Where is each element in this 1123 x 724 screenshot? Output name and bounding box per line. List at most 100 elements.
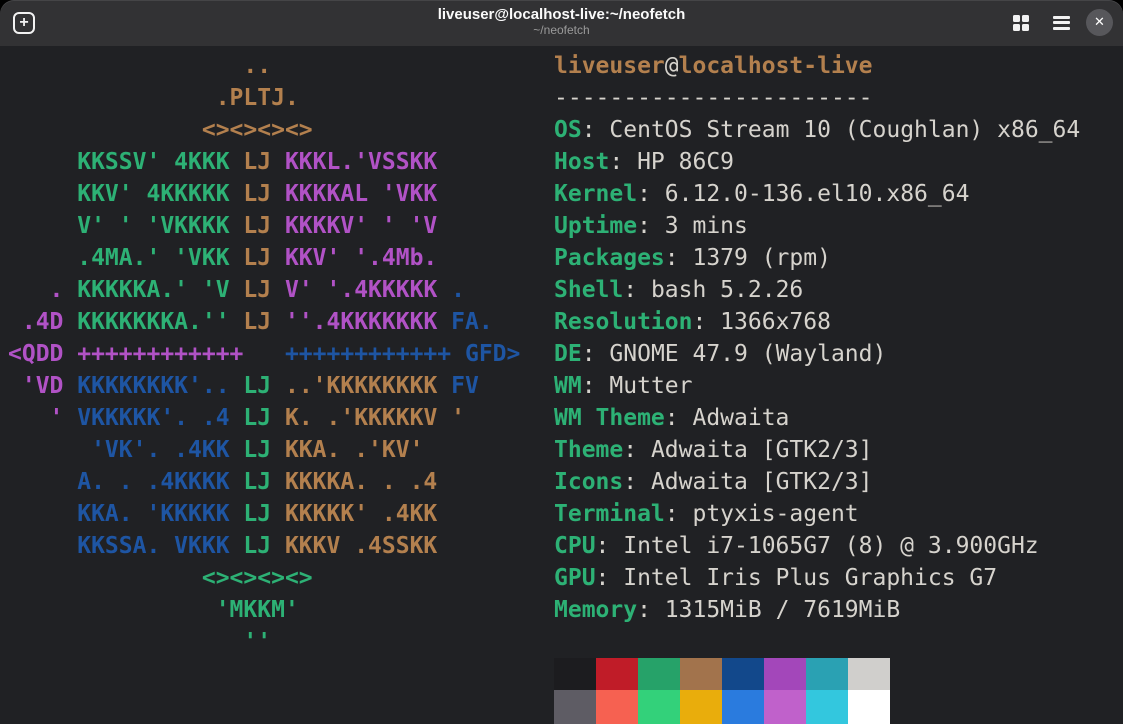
- ascii-art-line: ' VKKKKK'. .4 LJ K. .'KKKKKV ': [8, 402, 520, 434]
- info-label: Memory: [554, 597, 637, 623]
- window-title: liveuser@localhost-live:~/neofetch: [0, 6, 1123, 23]
- info-label: Resolution: [554, 309, 692, 335]
- info-label: Packages: [554, 245, 665, 271]
- info-value: : 1366x768: [692, 309, 830, 335]
- new-tab-button[interactable]: +: [13, 12, 35, 34]
- info-value: : HP 86C9: [609, 149, 734, 175]
- close-button[interactable]: ✕: [1086, 9, 1113, 36]
- info-label: Kernel: [554, 181, 637, 207]
- info-label: Icons: [554, 469, 623, 495]
- neofetch-title-line: liveuser@localhost-live: [554, 50, 1080, 82]
- info-value: : Mutter: [582, 373, 693, 399]
- info-row: Icons: Adwaita [GTK2/3]: [554, 466, 1080, 498]
- palette-swatch: [764, 658, 806, 690]
- neofetch-info: liveuser@localhost-live ----------------…: [554, 50, 1080, 626]
- info-value: : Adwaita [GTK2/3]: [623, 437, 872, 463]
- info-label: CPU: [554, 533, 596, 559]
- ascii-art-line: KKA. 'KKKKK LJ KKKKK' .4KK: [8, 498, 520, 530]
- info-value: : 1379 (rpm): [665, 245, 831, 271]
- palette-swatch: [638, 658, 680, 690]
- ascii-art-line: ..: [8, 50, 520, 82]
- titlebar: liveuser@localhost-live:~/neofetch ~/neo…: [0, 0, 1123, 46]
- palette-swatch: [764, 690, 806, 724]
- menu-button[interactable]: [1053, 16, 1070, 30]
- info-label: WM: [554, 373, 582, 399]
- at-sign: @: [665, 53, 679, 79]
- tab-overview-icon: [1013, 15, 1020, 22]
- palette-swatch: [554, 658, 596, 690]
- palette-swatch: [806, 658, 848, 690]
- ascii-art-line: <><><><>: [8, 114, 520, 146]
- palette-swatch: [554, 690, 596, 724]
- info-value: : GNOME 47.9 (Wayland): [582, 341, 887, 367]
- info-value: : Intel Iris Plus Graphics G7: [596, 565, 998, 591]
- terminal-window: liveuser@localhost-live:~/neofetch ~/neo…: [0, 0, 1123, 724]
- info-row: Packages: 1379 (rpm): [554, 242, 1080, 274]
- plus-icon: +: [19, 14, 28, 31]
- ascii-art-line: <QDD ++++++++++++ ++++++++++++ GFD>: [8, 338, 520, 370]
- ascii-art-line: 'VD KKKKKKKK'.. LJ ..'KKKKKKKK FV: [8, 370, 520, 402]
- info-row: Host: HP 86C9: [554, 146, 1080, 178]
- info-label: Terminal: [554, 501, 665, 527]
- ascii-art-line: .PLTJ.: [8, 82, 520, 114]
- hamburger-icon: [1053, 16, 1070, 19]
- info-row: GPU: Intel Iris Plus Graphics G7: [554, 562, 1080, 594]
- info-label: DE: [554, 341, 582, 367]
- info-value: : Adwaita: [665, 405, 790, 431]
- ascii-art-line: 'MKKM': [8, 594, 520, 626]
- ascii-art-line: <><><><>: [8, 562, 520, 594]
- ascii-art-line: '': [8, 626, 520, 658]
- info-row: Shell: bash 5.2.26: [554, 274, 1080, 306]
- info-value: : 1315MiB / 7619MiB: [637, 597, 900, 623]
- info-label: Uptime: [554, 213, 637, 239]
- info-value: : Adwaita [GTK2/3]: [623, 469, 872, 495]
- info-value: : 6.12.0-136.el10.x86_64: [637, 181, 969, 207]
- info-row: CPU: Intel i7-1065G7 (8) @ 3.900GHz: [554, 530, 1080, 562]
- ascii-art: .. .PLTJ. <><><><> KKSSV' 4KKK LJ KKKL.'…: [8, 50, 520, 658]
- ascii-art-line: .4MA.' 'VKK LJ KKV' '.4Mb.: [8, 242, 520, 274]
- palette-row: [554, 658, 890, 690]
- ascii-art-line: . KKKKKA.' 'V LJ V' '.4KKKKK .: [8, 274, 520, 306]
- color-palette: [554, 658, 890, 724]
- info-label: Host: [554, 149, 609, 175]
- palette-swatch: [638, 690, 680, 724]
- info-label: WM Theme: [554, 405, 665, 431]
- ascii-art-line: V' ' 'VKKKK LJ KKKKV' ' 'V: [8, 210, 520, 242]
- palette-swatch: [596, 658, 638, 690]
- info-entries: OS: CentOS Stream 10 (Coughlan) x86_64Ho…: [554, 114, 1080, 626]
- window-subtitle: ~/neofetch: [0, 23, 1123, 37]
- titlebar-titles: liveuser@localhost-live:~/neofetch ~/neo…: [0, 0, 1123, 37]
- ascii-art-line: KKSSV' 4KKK LJ KKKL.'VSSKK: [8, 146, 520, 178]
- palette-swatch: [596, 690, 638, 724]
- ascii-art-line: KKSSA. VKKK LJ KKKV .4SSKK: [8, 530, 520, 562]
- info-label: Shell: [554, 277, 623, 303]
- palette-swatch: [680, 690, 722, 724]
- info-value: : ptyxis-agent: [665, 501, 859, 527]
- palette-swatch: [806, 690, 848, 724]
- palette-swatch: [722, 658, 764, 690]
- info-row: Theme: Adwaita [GTK2/3]: [554, 434, 1080, 466]
- info-value: : 3 mins: [637, 213, 748, 239]
- ascii-art-line: KKV' 4KKKKK LJ KKKKAL 'VKK: [8, 178, 520, 210]
- info-row: Uptime: 3 mins: [554, 210, 1080, 242]
- palette-swatch: [848, 658, 890, 690]
- terminal-body[interactable]: .. .PLTJ. <><><><> KKSSV' 4KKK LJ KKKL.'…: [0, 46, 1123, 724]
- palette-swatch: [848, 690, 890, 724]
- info-label: Theme: [554, 437, 623, 463]
- info-row: Resolution: 1366x768: [554, 306, 1080, 338]
- palette-row: [554, 690, 890, 724]
- info-label: GPU: [554, 565, 596, 591]
- info-row: Terminal: ptyxis-agent: [554, 498, 1080, 530]
- info-row: Memory: 1315MiB / 7619MiB: [554, 594, 1080, 626]
- palette-swatch: [680, 658, 722, 690]
- info-row: Kernel: 6.12.0-136.el10.x86_64: [554, 178, 1080, 210]
- palette-swatch: [722, 690, 764, 724]
- info-value: : Intel i7-1065G7 (8) @ 3.900GHz: [596, 533, 1039, 559]
- tab-overview-button[interactable]: [1013, 15, 1029, 31]
- ascii-art-line: 'VK'. .4KK LJ KKA. .'KV': [8, 434, 520, 466]
- info-row: WM Theme: Adwaita: [554, 402, 1080, 434]
- info-value: : bash 5.2.26: [623, 277, 803, 303]
- close-icon: ✕: [1094, 15, 1105, 30]
- ascii-art-line: A. . .4KKKK LJ KKKKA. . .4: [8, 466, 520, 498]
- info-row: WM: Mutter: [554, 370, 1080, 402]
